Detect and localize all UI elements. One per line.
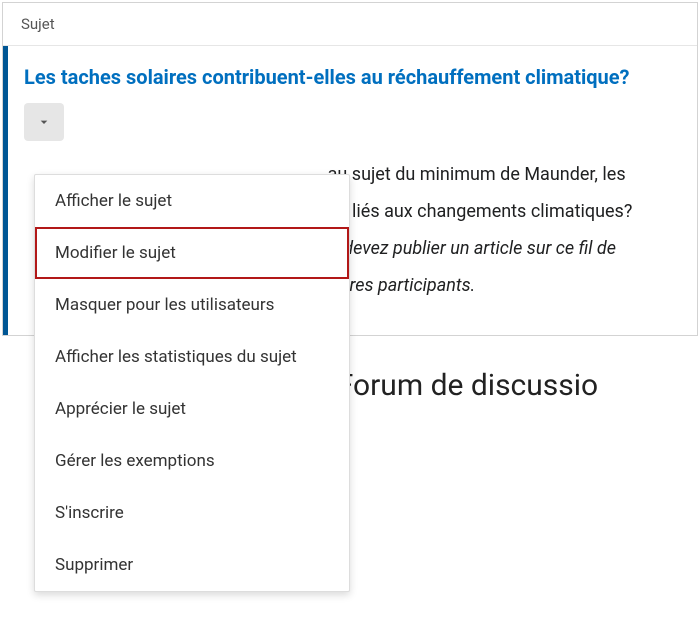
menu-item-view-topic[interactable]: Afficher le sujet: [35, 175, 349, 227]
menu-item-view-stats[interactable]: Afficher les statistiques du sujet: [35, 331, 349, 383]
topic-actions-button[interactable]: [24, 103, 64, 141]
card-header: Sujet: [3, 3, 697, 46]
menu-item-hide-for-users[interactable]: Masquer pour les utilisateurs: [35, 279, 349, 331]
card-header-label: Sujet: [21, 15, 55, 33]
menu-item-subscribe[interactable]: S'inscrire: [35, 487, 349, 539]
menu-item-like-topic[interactable]: Apprécier le sujet: [35, 383, 349, 435]
menu-item-delete[interactable]: Supprimer: [35, 539, 349, 591]
chevron-down-icon: [36, 114, 52, 130]
menu-item-edit-topic[interactable]: Modifier le sujet: [35, 227, 349, 279]
topic-actions-menu: Afficher le sujet Modifier le sujet Masq…: [34, 174, 350, 592]
topic-title[interactable]: Les taches solaires contribuent-elles au…: [24, 64, 679, 91]
menu-item-manage-exemptions[interactable]: Gérer les exemptions: [35, 435, 349, 487]
